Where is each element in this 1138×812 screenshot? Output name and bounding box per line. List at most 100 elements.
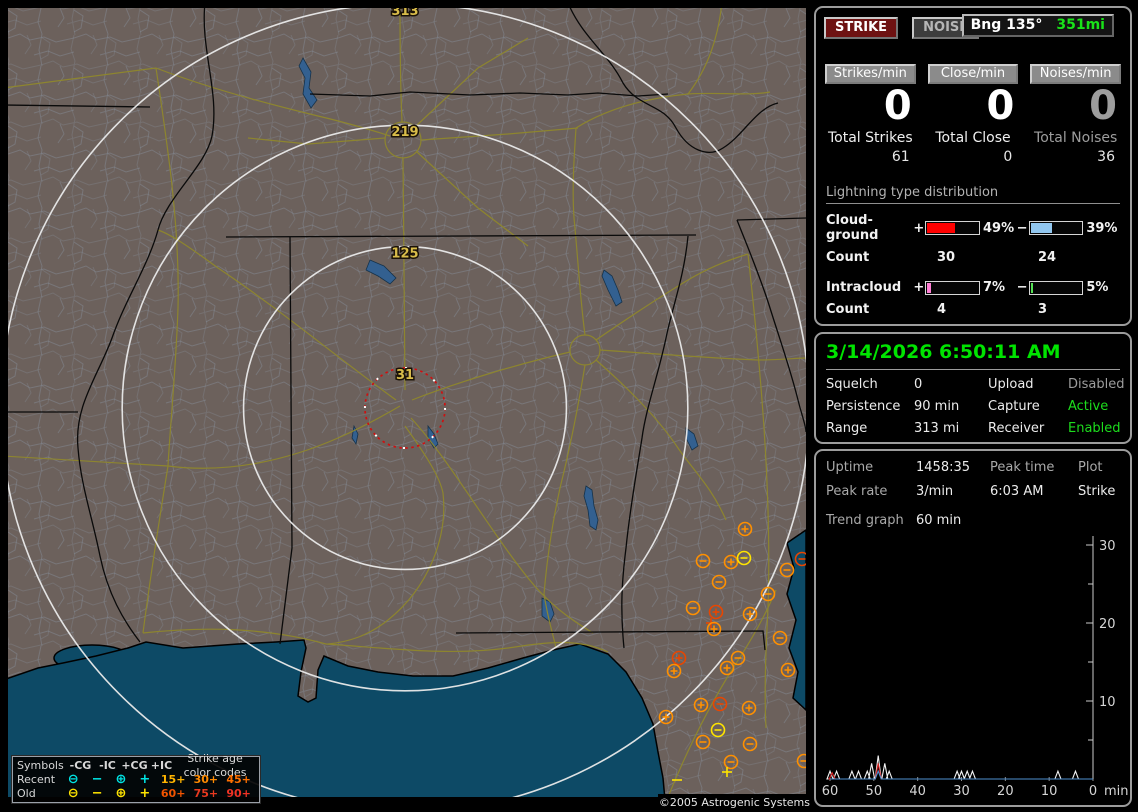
legend-neg-ic-label: -IC xyxy=(99,759,116,772)
legend-symbols-label: Symbols xyxy=(17,759,64,772)
legend-header: Symbols -CG -IC +CG +IC Strike age color… xyxy=(17,752,255,779)
svg-text:31: 31 xyxy=(396,368,414,383)
strikes-per-min-value: 0 xyxy=(883,83,912,129)
close-per-min-button[interactable]: Close/min xyxy=(927,64,1019,84)
map-canvas: 313 219 125 31 xyxy=(8,8,806,797)
ic-plus-count: 4 xyxy=(937,302,947,317)
age-90: 90+ xyxy=(226,787,251,800)
minus-icon: − xyxy=(91,786,103,801)
svg-text:60: 60 xyxy=(822,784,839,799)
capture-value: Active xyxy=(1068,399,1109,414)
age-60: 60+ xyxy=(160,787,186,800)
squelch-value: 0 xyxy=(914,377,923,392)
age-45: 45+ xyxy=(226,773,251,786)
svg-text:50: 50 xyxy=(866,784,883,799)
noises-per-min-button[interactable]: Noises/min xyxy=(1030,64,1121,84)
cg-plus-count: 30 xyxy=(937,250,956,265)
legend-row-old: Old ⊖ − ⊕ + 60+ 75+ 90+ xyxy=(17,787,255,801)
count-label: Count xyxy=(826,302,870,317)
legend-row-recent: Recent ⊖ − ⊕ + 15+ 30+ 45+ xyxy=(17,773,255,787)
svg-text:min: min xyxy=(1104,784,1129,799)
ic-minus-bar xyxy=(1028,280,1084,295)
copyright-text: ©2005 Astrogenic Systems xyxy=(658,794,814,812)
intracloud-count-row: Count 4 3 xyxy=(826,302,1120,317)
ic-minus-count: 3 xyxy=(1038,302,1048,317)
svg-text:0: 0 xyxy=(1089,784,1097,799)
minus-sign: − xyxy=(1016,280,1028,295)
legend-pos-cg-label: +CG xyxy=(121,759,148,772)
strike-mode-button[interactable]: STRIKE xyxy=(824,17,899,39)
status-row: Range 313 mi Receiver Enabled xyxy=(826,421,1121,436)
total-strikes-label: Total Strikes xyxy=(827,130,913,146)
minus-sign: − xyxy=(1016,220,1028,236)
plus-icon: + xyxy=(139,772,151,787)
cloud-ground-count-row: Count 30 24 xyxy=(826,250,1120,265)
svg-text:30: 30 xyxy=(1099,539,1116,554)
lightning-map[interactable]: 313 219 125 31 Symbols -CG -IC +CG +IC Stri… xyxy=(8,8,814,812)
cloud-ground-row: Cloud-ground + 49% − 39% xyxy=(826,213,1120,243)
datetime-display: 3/14/2026 6:50:11 AM xyxy=(826,341,1120,370)
cg-plus-bar xyxy=(925,221,980,235)
circle-minus-icon: ⊖ xyxy=(67,772,79,787)
svg-text:313: 313 xyxy=(391,8,418,19)
svg-text:10: 10 xyxy=(1099,695,1116,710)
status-row: Squelch 0 Upload Disabled xyxy=(826,377,1124,392)
squelch-label: Squelch xyxy=(826,377,878,392)
range-label: Range xyxy=(826,421,868,436)
cg-plus-pct: 49% xyxy=(983,220,1015,236)
noises-per-min-value: 0 xyxy=(1089,83,1117,129)
cg-minus-pct: 39% xyxy=(1086,220,1118,236)
upload-label: Upload xyxy=(988,377,1034,392)
status-row: Persistence 90 min Capture Active xyxy=(826,399,1120,414)
upload-value: Disabled xyxy=(1068,377,1125,392)
circle-minus-icon: ⊖ xyxy=(67,786,79,801)
capture-label: Capture xyxy=(988,399,1040,414)
bearing-distance: 351mi xyxy=(1056,17,1105,33)
distribution-title: Lightning type distribution xyxy=(826,185,1120,204)
svg-text:10: 10 xyxy=(1041,784,1058,799)
age-30: 30+ xyxy=(193,773,219,786)
total-noises-label: Total Noises xyxy=(1034,130,1118,146)
strikes-per-min-button[interactable]: Strikes/min xyxy=(825,64,916,84)
svg-text:20: 20 xyxy=(997,784,1014,799)
ic-plus-bar xyxy=(925,280,980,295)
plus-icon: + xyxy=(139,786,151,801)
trend-graph: 10 20 30 60 50 40 30 20 10 0 min xyxy=(822,536,1129,799)
symbol-legend: Symbols -CG -IC +CG +IC Strike age color… xyxy=(11,752,261,804)
persistence-value: 90 min xyxy=(914,399,960,414)
age-75: 75+ xyxy=(193,787,219,800)
legend-neg-cg-label: -CG xyxy=(69,759,92,772)
count-label: Count xyxy=(826,250,870,265)
circle-plus-icon: ⊕ xyxy=(115,772,127,787)
age-15: 15+ xyxy=(160,773,186,786)
ic-plus-pct: 7% xyxy=(983,280,1006,295)
cg-minus-count: 24 xyxy=(1038,250,1057,265)
svg-text:125: 125 xyxy=(391,247,418,262)
total-strikes-value: 61 xyxy=(891,149,910,165)
svg-text:20: 20 xyxy=(1099,617,1116,632)
bearing-label: Bng 135° xyxy=(970,17,1043,33)
total-noises-value: 36 xyxy=(1097,149,1115,165)
close-per-min-value: 0 xyxy=(986,83,1015,129)
total-close-label: Total Close xyxy=(935,130,1011,146)
status-panel: 3/14/2026 6:50:11 AM Squelch 0 Upload Di… xyxy=(814,332,1132,444)
svg-text:40: 40 xyxy=(909,784,926,799)
svg-text:30: 30 xyxy=(953,784,970,799)
trend-panel: Uptime 1458:35 Peak time Plot Peak rate … xyxy=(814,449,1132,807)
strike-stats-panel: STRIKE NOISE Bng 135° 351mi Strikes/min C… xyxy=(814,6,1132,326)
legend-pos-ic-label: +IC xyxy=(150,759,173,772)
receiver-value: Enabled xyxy=(1068,421,1121,436)
bearing-display[interactable]: Bng 135° 351mi xyxy=(961,14,1114,37)
total-close-value: 0 xyxy=(1003,149,1013,165)
plus-sign: + xyxy=(913,280,925,295)
intracloud-label: Intracloud xyxy=(826,280,902,295)
plus-sign: + xyxy=(913,220,925,236)
minus-icon: − xyxy=(91,772,103,787)
circle-plus-icon: ⊕ xyxy=(115,786,127,801)
ic-minus-pct: 5% xyxy=(1086,280,1109,295)
svg-text:219: 219 xyxy=(391,125,418,140)
persistence-label: Persistence xyxy=(826,399,901,414)
cloud-ground-label: Cloud-ground xyxy=(826,213,879,243)
cg-minus-bar xyxy=(1028,221,1084,235)
receiver-label: Receiver xyxy=(988,421,1045,436)
